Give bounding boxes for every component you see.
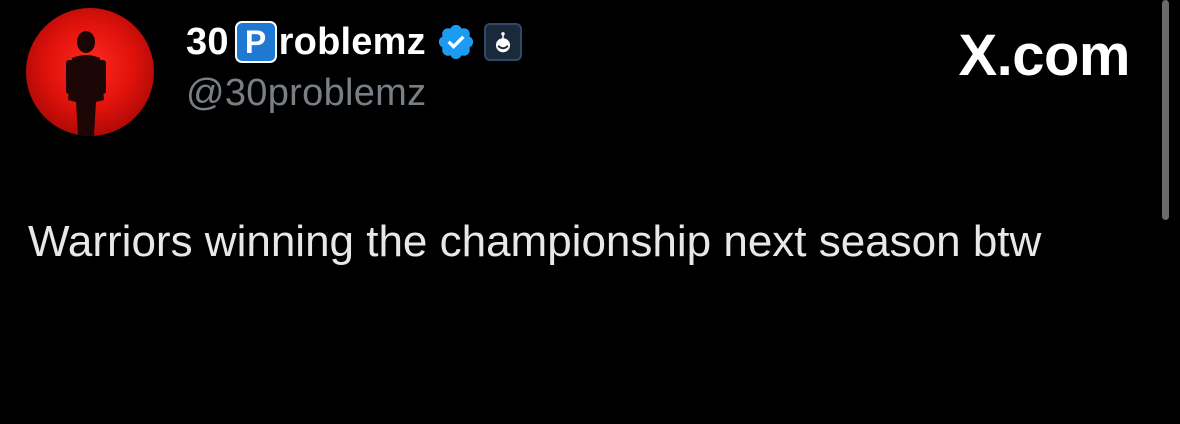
avatar[interactable]	[26, 8, 154, 136]
p-emoji-badge: P	[234, 21, 277, 63]
display-name-suffix: roblemz	[278, 20, 426, 63]
verified-check-icon[interactable]	[436, 22, 476, 62]
user-handle[interactable]: @30problemz	[186, 72, 522, 115]
avatar-figure-icon	[66, 31, 106, 136]
affiliate-badge-icon[interactable]	[483, 23, 522, 61]
tweet-text: Warriors winning the championship next s…	[28, 217, 1042, 266]
display-name[interactable]: 30 P roblemz	[186, 14, 522, 70]
display-name-prefix: 30	[186, 20, 229, 63]
affiliate-logo-icon	[495, 32, 510, 53]
scrollbar[interactable]	[1162, 0, 1169, 220]
x-com-watermark: X.com	[958, 23, 1130, 88]
tweet-header: 30 P roblemz @30problemz	[186, 14, 522, 124]
tweet-card: 30 P roblemz @30problemz X.com Warriors …	[0, 0, 1180, 424]
